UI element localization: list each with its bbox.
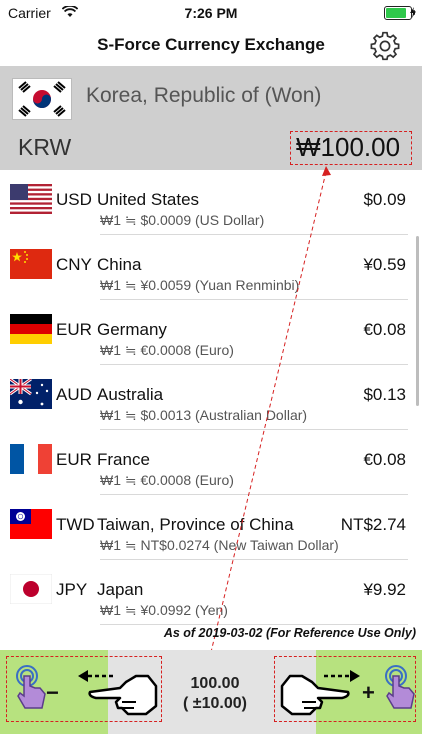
australia-flag-icon: [10, 379, 52, 409]
list-item[interactable]: JPY Japan ₩1 ≒ ¥0.0992 (Yen) ¥9.92: [0, 560, 422, 625]
status-bar: Carrier 7:26 PM: [0, 0, 422, 26]
currency-code: CNY: [56, 255, 92, 274]
exchange-rate: ₩1 ≒ $0.0009 (US Dollar): [100, 212, 265, 228]
japan-flag-icon: [10, 574, 52, 604]
tap-finger-icon: [385, 665, 415, 709]
currency-code: JPY: [56, 580, 88, 599]
rates-date-note: As of 2019-03-02 (For Reference Use Only…: [163, 626, 416, 640]
converted-amount: $0.13: [363, 385, 406, 404]
decrease-sign: −: [46, 680, 59, 705]
list-item[interactable]: AUD Australia ₩1 ≒ $0.0013 (Australian D…: [0, 365, 422, 430]
base-currency-code: KRW: [18, 134, 72, 160]
france-flag-icon: [10, 444, 52, 474]
increase-sign: +: [362, 680, 375, 705]
exchange-rate: ₩1 ≒ ¥0.0992 (Yen): [100, 602, 228, 618]
stepper-increment: ( ±10.00): [183, 695, 247, 712]
charging-icon: [410, 7, 416, 18]
app-title: S-Force Currency Exchange: [97, 35, 325, 54]
taiwan-flag-icon: [10, 509, 52, 539]
converted-amount: $0.09: [363, 190, 406, 209]
home-area: [0, 734, 422, 750]
base-amount[interactable]: ₩100.00: [296, 132, 400, 163]
exchange-rate: ₩1 ≒ €0.0008 (Euro): [100, 472, 234, 488]
base-country-name: Korea, Republic of (Won): [86, 84, 322, 107]
converted-amount: ¥9.92: [363, 580, 406, 599]
country-name: France: [97, 450, 150, 469]
clock: 7:26 PM: [184, 5, 238, 21]
country-name: Australia: [97, 385, 164, 404]
country-name: United States: [97, 190, 200, 209]
exchange-rate: ₩1 ≒ NT$0.0274 (New Taiwan Dollar): [100, 537, 339, 553]
gear-icon[interactable]: [370, 31, 400, 61]
converted-amount: NT$2.74: [340, 515, 406, 534]
list-item[interactable]: TWD Taiwan, Province of China ₩1 ≒ NT$0.…: [0, 495, 422, 560]
list-item[interactable]: USD United States ₩1 ≒ $0.0009 (US Dolla…: [0, 170, 422, 235]
currency-code: TWD: [56, 515, 95, 534]
swipe-right-hand-icon: [280, 670, 360, 716]
swipe-left-hand-icon: [78, 670, 158, 716]
usa-flag-icon: [10, 184, 52, 214]
converted-amount: €0.08: [363, 450, 406, 469]
currency-code: EUR: [56, 320, 92, 339]
navigation-bar: S-Force Currency Exchange: [0, 26, 422, 66]
row-divider: [100, 624, 408, 625]
converted-amount: €0.08: [363, 320, 406, 339]
country-name: Japan: [97, 580, 144, 599]
converted-amount: ¥0.59: [363, 255, 406, 274]
china-flag-icon: [10, 249, 52, 279]
germany-flag-icon: [10, 314, 52, 344]
list-item[interactable]: CNY China ₩1 ≒ ¥0.0059 (Yuan Renminbi) ¥…: [0, 235, 422, 300]
list-item[interactable]: EUR Germany ₩1 ≒ €0.0008 (Euro) €0.08: [0, 300, 422, 365]
list-item[interactable]: EUR France ₩1 ≒ €0.0008 (Euro) €0.08: [0, 430, 422, 495]
conversion-list[interactable]: USD United States ₩1 ≒ $0.0009 (US Dolla…: [0, 170, 422, 650]
country-name: China: [97, 255, 142, 274]
currency-code: USD: [56, 190, 92, 209]
battery-icon: [384, 6, 415, 20]
country-name: Taiwan, Province of China: [97, 515, 294, 534]
scroll-indicator[interactable]: [416, 236, 419, 406]
exchange-rate: ₩1 ≒ $0.0013 (Australian Dollar): [100, 407, 308, 423]
stepper-value: 100.00: [190, 675, 240, 692]
korea-flag-icon: [12, 78, 72, 120]
currency-code: EUR: [56, 450, 92, 469]
country-name: Germany: [97, 320, 167, 339]
currency-code: AUD: [56, 385, 92, 404]
exchange-rate: ₩1 ≒ €0.0008 (Euro): [100, 342, 234, 358]
exchange-rate: ₩1 ≒ ¥0.0059 (Yuan Renminbi): [100, 277, 300, 293]
stepper-readout[interactable]: 100.00 ( ±10.00): [160, 674, 270, 714]
